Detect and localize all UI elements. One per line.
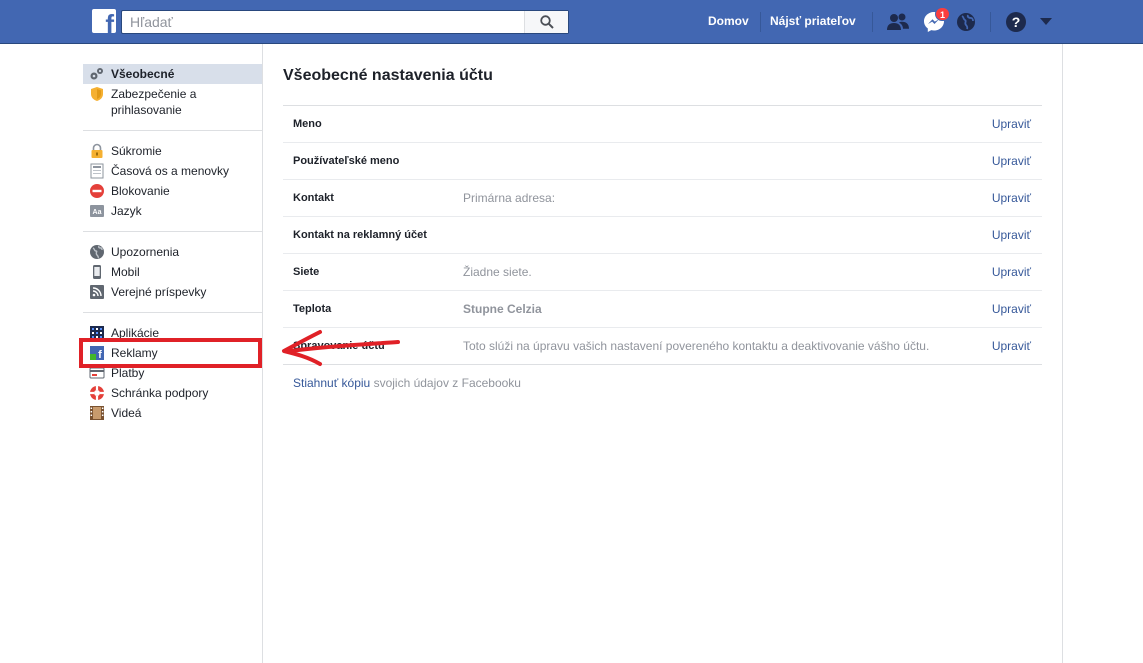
sidebar-item-label: Jazyk bbox=[111, 204, 142, 218]
sidebar-item-label: Mobil bbox=[111, 265, 140, 279]
edit-link[interactable]: Upraviť bbox=[992, 265, 1031, 279]
settings-row-siete[interactable]: Siete Žiadne siete. Upraviť bbox=[283, 254, 1042, 291]
download-data-line: Stiahnuť kópiu svojich údajov z Facebook… bbox=[293, 376, 521, 390]
setting-value: Primárna adresa: bbox=[463, 191, 556, 205]
nav-find-friends-link[interactable]: Nájsť priateľov bbox=[770, 14, 856, 28]
sidebar-separator bbox=[83, 130, 262, 131]
setting-label: Používateľské meno bbox=[293, 155, 400, 167]
sidebar-item-label: Blokovanie bbox=[111, 184, 170, 198]
sidebar-item-label: Schránka podpory bbox=[111, 386, 209, 400]
language-icon: Aa bbox=[89, 203, 105, 219]
timeline-icon bbox=[89, 163, 105, 179]
nav-divider bbox=[990, 12, 991, 32]
setting-label: Teplota bbox=[293, 303, 332, 315]
help-button[interactable]: ? bbox=[1004, 10, 1028, 34]
edit-link[interactable]: Upraviť bbox=[992, 154, 1031, 168]
settings-row-meno[interactable]: Meno Upraviť bbox=[283, 106, 1042, 143]
support-icon bbox=[89, 385, 105, 401]
friend-requests-button[interactable] bbox=[886, 10, 910, 34]
sidebar-item-label: Videá bbox=[111, 406, 142, 420]
settings-row-kontakt-na-reklamny-ucet[interactable]: Kontakt na reklamný účet Upraviť bbox=[283, 217, 1042, 254]
search-box bbox=[121, 10, 569, 34]
highlight-box-annotation bbox=[79, 338, 262, 368]
content-right-border bbox=[1062, 44, 1063, 663]
gears-icon bbox=[89, 66, 105, 82]
film-icon bbox=[89, 405, 105, 421]
sidebar-item-zabezpecenie-a-prihlasovanie[interactable]: Zabezpečenie a prihlasovanie bbox=[83, 84, 262, 120]
top-bar: f Domov Nájsť priateľov 1 ? bbox=[0, 0, 1143, 44]
edit-link[interactable]: Upraviť bbox=[992, 302, 1031, 316]
notifications-button[interactable] bbox=[954, 10, 978, 34]
sidebar-item-label: Všeobecné bbox=[111, 67, 175, 81]
search-input[interactable] bbox=[122, 11, 524, 33]
sidebar-item-jazyk[interactable]: Aa Jazyk bbox=[83, 201, 262, 221]
settings-row-pouzivatelske-meno[interactable]: Používateľské meno Upraviť bbox=[283, 143, 1042, 180]
nav-divider bbox=[872, 12, 873, 32]
svg-text:?: ? bbox=[1012, 14, 1021, 30]
download-copy-link[interactable]: Stiahnuť kópiu bbox=[293, 376, 370, 390]
svg-text:Aa: Aa bbox=[93, 209, 102, 216]
sidebar-separator bbox=[83, 231, 262, 232]
setting-label: Kontakt na reklamný účet bbox=[293, 229, 427, 241]
rss-icon bbox=[89, 284, 105, 300]
setting-label: Kontakt bbox=[293, 192, 334, 204]
setting-value: Žiadne siete. bbox=[463, 265, 532, 279]
page-title: Všeobecné nastavenia účtu bbox=[283, 67, 493, 84]
content-left-border bbox=[262, 44, 263, 663]
search-button[interactable] bbox=[524, 11, 568, 33]
sidebar-item-label: Verejné príspevky bbox=[111, 285, 207, 299]
help-icon: ? bbox=[1006, 12, 1026, 32]
arrow-annotation bbox=[282, 330, 400, 366]
globe-icon bbox=[89, 244, 105, 260]
nav-home-link[interactable]: Domov bbox=[708, 14, 749, 28]
setting-label: Meno bbox=[293, 118, 322, 130]
download-data-text: svojich údajov z Facebooku bbox=[370, 376, 521, 390]
sidebar-separator bbox=[83, 312, 262, 313]
sidebar-item-label: Upozornenia bbox=[111, 245, 180, 259]
caret-down-icon bbox=[1040, 18, 1052, 25]
sidebar-item-vseobecne[interactable]: Všeobecné bbox=[83, 64, 262, 84]
facebook-logo-icon[interactable]: f bbox=[92, 9, 116, 33]
sidebar-item-label: Súkromie bbox=[111, 144, 162, 158]
mobile-icon bbox=[89, 264, 105, 280]
security-badge-icon bbox=[89, 86, 105, 102]
friends-icon bbox=[887, 13, 909, 30]
edit-link[interactable]: Upraviť bbox=[992, 191, 1031, 205]
search-icon bbox=[539, 15, 554, 29]
sidebar-item-videa[interactable]: Videá bbox=[83, 403, 262, 423]
settings-row-kontakt[interactable]: Kontakt Primárna adresa: Upraviť bbox=[283, 180, 1042, 217]
sidebar-item-schranka-podpory[interactable]: Schránka podpory bbox=[83, 383, 262, 403]
lock-icon bbox=[89, 143, 105, 159]
edit-link[interactable]: Upraviť bbox=[992, 117, 1031, 131]
sidebar-item-sukromie[interactable]: Súkromie bbox=[83, 141, 262, 161]
block-icon bbox=[89, 183, 105, 199]
sidebar-item-label: Časová os a menovky bbox=[111, 164, 230, 178]
sidebar-item-blokovanie[interactable]: Blokovanie bbox=[83, 181, 262, 201]
sidebar-item-casova-os-a-menovky[interactable]: Časová os a menovky bbox=[83, 161, 262, 181]
edit-link[interactable]: Upraviť bbox=[992, 228, 1031, 242]
messenger-button[interactable]: 1 bbox=[922, 7, 950, 34]
setting-label: Siete bbox=[293, 266, 320, 278]
edit-link[interactable]: Upraviť bbox=[992, 339, 1031, 353]
sidebar-item-mobil[interactable]: Mobil bbox=[83, 262, 262, 282]
sidebar-item-verejne-prispevky[interactable]: Verejné príspevky bbox=[83, 282, 262, 302]
setting-value: Toto slúži na úpravu vašich nastavení po… bbox=[463, 339, 930, 353]
nav-divider bbox=[760, 12, 761, 32]
account-menu-button[interactable] bbox=[1034, 10, 1058, 34]
sidebar-item-upozornenia[interactable]: Upozornenia bbox=[83, 242, 262, 262]
messages-count-badge: 1 bbox=[934, 7, 950, 21]
sidebar-item-label: Zabezpečenie a prihlasovanie bbox=[111, 87, 197, 117]
globe-icon bbox=[957, 13, 975, 31]
setting-value: Stupne Celzia bbox=[463, 302, 542, 316]
settings-sidebar: Všeobecné Zabezpečenie a prihlasovanie Súk… bbox=[83, 64, 262, 423]
